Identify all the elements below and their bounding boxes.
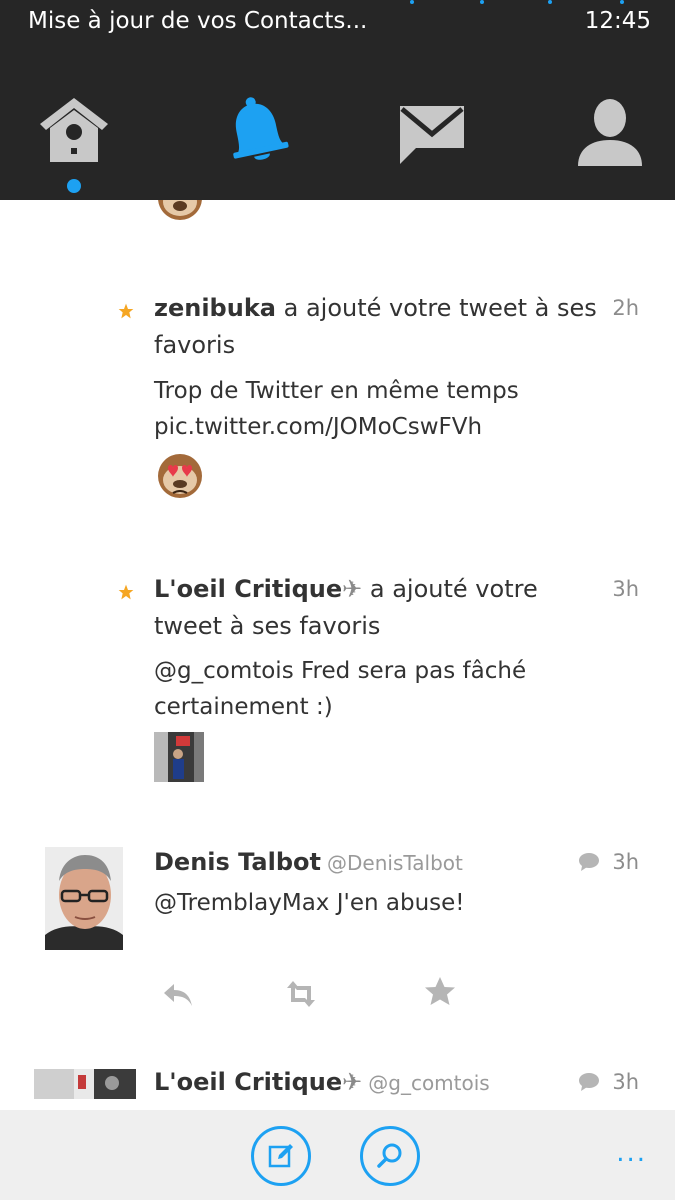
plane-icon: ✈: [342, 1068, 363, 1096]
retweet-button[interactable]: [283, 976, 319, 1012]
compose-button[interactable]: [251, 1126, 311, 1186]
author-handle[interactable]: @g_comtois: [368, 1071, 489, 1095]
star-icon: [425, 977, 455, 1005]
home-birdhouse-icon: [40, 98, 108, 162]
nav-tab-profile[interactable]: [574, 96, 646, 168]
tweet-time: 3h: [612, 1070, 639, 1094]
author-name[interactable]: Denis Talbot: [154, 848, 321, 876]
favorited-tweet-text: @g_comtois Fred sera pas fâché certainem…: [154, 653, 624, 725]
bottom-app-bar: ...: [0, 1110, 675, 1200]
retweet-icon: [287, 981, 315, 1007]
plane-icon: ✈: [342, 575, 363, 603]
avatar[interactable]: [34, 1069, 136, 1099]
tweet-photo-thumbnail[interactable]: [154, 732, 204, 782]
sync-progress-dot: [548, 0, 552, 4]
notifications-feed[interactable]: zenibuka a ajouté votre tweet à ses favo…: [0, 200, 675, 1110]
status-time: 12:45: [584, 8, 651, 34]
search-icon: [377, 1143, 402, 1168]
author-name[interactable]: L'oeil Critique: [154, 1068, 342, 1096]
compose-icon: [268, 1144, 293, 1168]
tweet-author[interactable]: Denis Talbot @DenisTalbot: [154, 848, 463, 876]
favorite-button[interactable]: [422, 974, 458, 1010]
profile-person-icon: [578, 99, 642, 166]
tweet-line: @g_comtois Fred sera pas fâché: [154, 658, 527, 684]
sync-progress-dot: [410, 0, 414, 4]
tweet-author[interactable]: L'oeil Critique✈ @g_comtois: [154, 1068, 490, 1096]
tweet-meta: 3h: [578, 850, 639, 874]
tweet-line: certainement :): [154, 694, 333, 720]
avatar[interactable]: [45, 847, 123, 950]
nav-tab-messages[interactable]: [396, 96, 468, 168]
reply-bubble-icon: [579, 853, 600, 871]
reply-icon: [164, 984, 192, 1006]
sync-progress-dot: [620, 0, 624, 4]
status-message: Mise à jour de vos Contacts...: [28, 8, 368, 34]
notification-title: zenibuka a ajouté votre tweet à ses favo…: [154, 290, 606, 364]
nav-tab-home[interactable]: [38, 96, 110, 168]
actor-name[interactable]: L'oeil Critique: [154, 575, 342, 603]
sync-progress-dot: [480, 0, 484, 4]
author-handle[interactable]: @DenisTalbot: [327, 851, 463, 875]
tweet-link[interactable]: pic.twitter.com/JOMoCswFVh: [154, 409, 624, 445]
tweet-line: Trop de Twitter en même temps: [154, 378, 519, 404]
favorited-tweet-text: Trop de Twitter en même temps pic.twitte…: [154, 373, 624, 445]
sloth-emoji-image: [155, 200, 205, 222]
nav-tab-notifications[interactable]: [219, 96, 291, 168]
favorite-star-icon: [118, 303, 134, 319]
more-options-button[interactable]: ...: [616, 1138, 647, 1168]
search-button[interactable]: [360, 1126, 420, 1186]
notification-time: 3h: [612, 577, 639, 601]
top-bar: Mise à jour de vos Contacts... 12:45: [0, 0, 675, 200]
notifications-bell-icon: [233, 97, 289, 160]
reply-bubble-icon: [579, 1073, 600, 1091]
favorite-star-icon: [118, 584, 134, 600]
messages-envelope-icon: [400, 106, 464, 164]
tweet-meta: 3h: [578, 1070, 639, 1094]
sloth-emoji-image[interactable]: [155, 451, 205, 501]
reply-button[interactable]: [160, 976, 196, 1012]
tweet-time: 3h: [612, 850, 639, 874]
active-tab-indicator: [67, 179, 81, 193]
actor-name[interactable]: zenibuka: [154, 294, 276, 322]
notification-time: 2h: [612, 296, 639, 320]
notification-title: L'oeil Critique✈ a ajouté votre tweet à …: [154, 571, 574, 645]
tweet-text: @TremblayMax J'en abuse!: [154, 890, 465, 916]
